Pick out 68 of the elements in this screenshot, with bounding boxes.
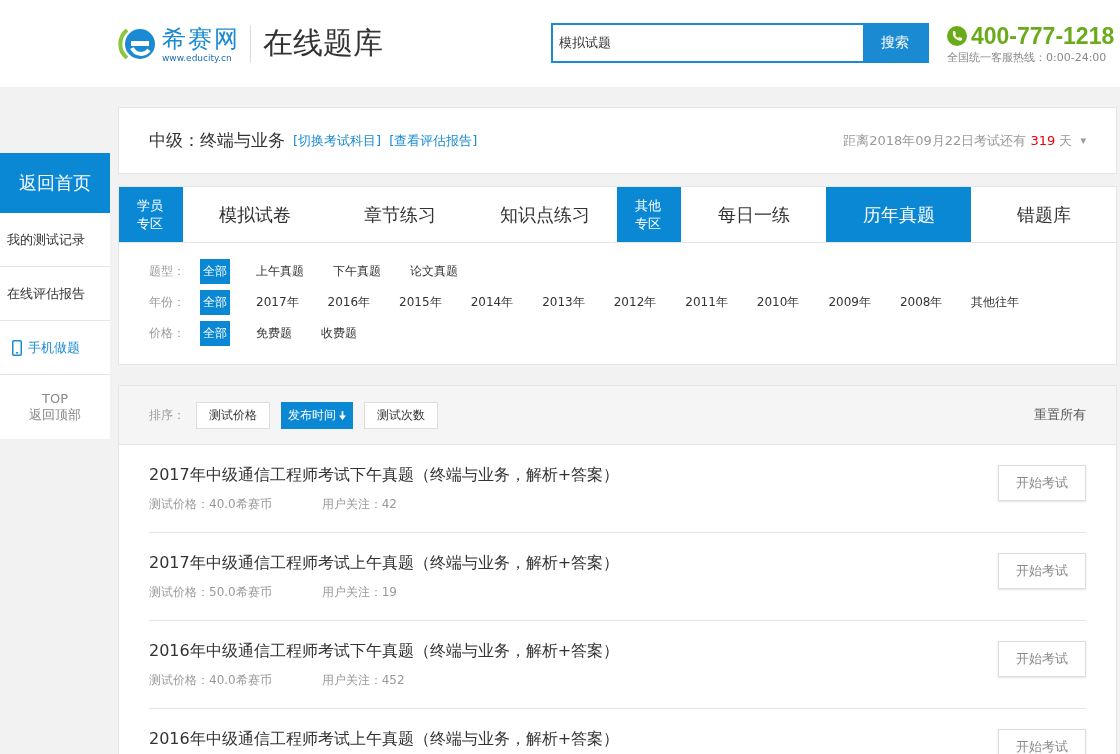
filter-option[interactable]: 上午真题 — [253, 259, 307, 284]
start-exam-button[interactable]: 开始考试 — [998, 553, 1086, 589]
sort-label: 排序： — [149, 406, 185, 424]
filter-option[interactable]: 收费题 — [318, 321, 360, 346]
filter-option[interactable]: 下午真题 — [330, 259, 384, 284]
filter-option[interactable]: 2016年 — [324, 290, 374, 315]
filter-option[interactable]: 2015年 — [396, 290, 445, 315]
paper-followers: 用户关注：452 — [321, 672, 405, 689]
filter-option[interactable]: 2011年 — [682, 290, 731, 315]
filter-option[interactable]: 2017年 — [253, 290, 302, 315]
paper-title[interactable]: 2016年中级通信工程师考试上午真题（终端与业务，解析+答案） — [149, 729, 620, 750]
countdown-text[interactable]: 距离2018年09月22日考试还有 319 天 — [843, 131, 1073, 150]
paper-title[interactable]: 2016年中级通信工程师考试下午真题（终端与业务，解析+答案） — [149, 641, 620, 662]
start-exam-button[interactable]: 开始考试 — [998, 641, 1086, 677]
search-field[interactable]: 模拟试题 搜索 — [551, 22, 929, 63]
sidebar-item[interactable]: 我的测试记录 — [0, 213, 110, 267]
sort-button[interactable]: 测试次数 — [364, 401, 438, 429]
subject-link[interactable]: [查看评估报告] — [389, 131, 478, 150]
filter-option[interactable]: 2013年 — [539, 290, 588, 315]
home-link[interactable]: 返回首页 — [0, 153, 110, 213]
logo-url: www.educity.cn — [162, 52, 233, 63]
start-exam-button[interactable]: 开始考试 — [998, 729, 1086, 754]
site-title: 在线题库 — [263, 24, 383, 62]
phone-icon — [947, 26, 967, 46]
paper-followers: 用户关注：42 — [321, 496, 397, 513]
hotline-note: 全国统一客服热线：0:00-24:00 — [947, 49, 1108, 65]
search-button[interactable]: 搜索 — [863, 24, 927, 61]
filter-option[interactable]: 2012年 — [610, 290, 660, 315]
filter-option[interactable]: 免费题 — [253, 321, 295, 346]
paper-price: 测试价格：40.0希赛币 — [149, 496, 272, 513]
filter-option[interactable]: 2008年 — [896, 290, 946, 315]
sort-button[interactable]: 测试价格 — [196, 401, 270, 429]
nav-tab[interactable]: 章节练习 — [327, 187, 473, 242]
down-arrow-icon — [339, 410, 346, 420]
filter-label: 题型： — [149, 263, 185, 280]
filter-option[interactable]: 全部 — [200, 259, 230, 284]
nav-tab[interactable]: 每日一练 — [681, 187, 827, 242]
paper-price: 测试价格：40.0希赛币 — [149, 672, 272, 689]
filter-option[interactable]: 全部 — [200, 290, 230, 315]
back-to-top-button[interactable]: TOP 返回顶部 — [0, 375, 110, 439]
mobile-phone-icon — [12, 339, 22, 356]
reset-link[interactable]: 重置所有 — [1034, 406, 1086, 424]
filter-option[interactable]: 2014年 — [467, 290, 517, 315]
zone-badge: 学员专区 — [119, 187, 183, 242]
nav-tab[interactable]: 历年真题 — [826, 187, 972, 242]
nav-tab[interactable]: 模拟试卷 — [183, 187, 328, 242]
paper-followers: 用户关注：19 — [321, 584, 397, 601]
nav-tab[interactable]: 知识点练习 — [472, 187, 618, 242]
filter-label: 价格： — [149, 325, 185, 342]
filter-option[interactable]: 全部 — [200, 321, 230, 346]
filter-label: 年份： — [149, 294, 185, 311]
start-exam-button[interactable]: 开始考试 — [998, 465, 1086, 501]
paper-price: 测试价格：50.0希赛币 — [149, 584, 272, 601]
filter-option[interactable]: 2010年 — [753, 290, 803, 315]
filter-option[interactable]: 2009年 — [825, 290, 874, 315]
paper-title[interactable]: 2017年中级通信工程师考试下午真题（终端与业务，解析+答案） — [149, 465, 620, 486]
sidebar-item[interactable]: 手机做题 — [0, 321, 110, 375]
sort-button[interactable]: 发布时间 — [281, 401, 353, 429]
hotline-number: 400-777-1218 — [971, 22, 1115, 50]
sidebar-item[interactable]: 在线评估报告 — [0, 267, 110, 321]
paper-title[interactable]: 2017年中级通信工程师考试上午真题（终端与业务，解析+答案） — [149, 553, 620, 574]
filter-option[interactable]: 其他往年 — [968, 290, 1023, 315]
filter-option[interactable]: 论文真题 — [407, 259, 461, 284]
subject-link[interactable]: [切换考试科目] — [293, 131, 382, 150]
logo-name: 希赛网 — [162, 24, 240, 53]
nav-tab[interactable]: 错题库 — [971, 187, 1116, 242]
zone-badge: 其他专区 — [617, 187, 682, 242]
subject-title: 中级：终端与业务 — [149, 129, 285, 152]
